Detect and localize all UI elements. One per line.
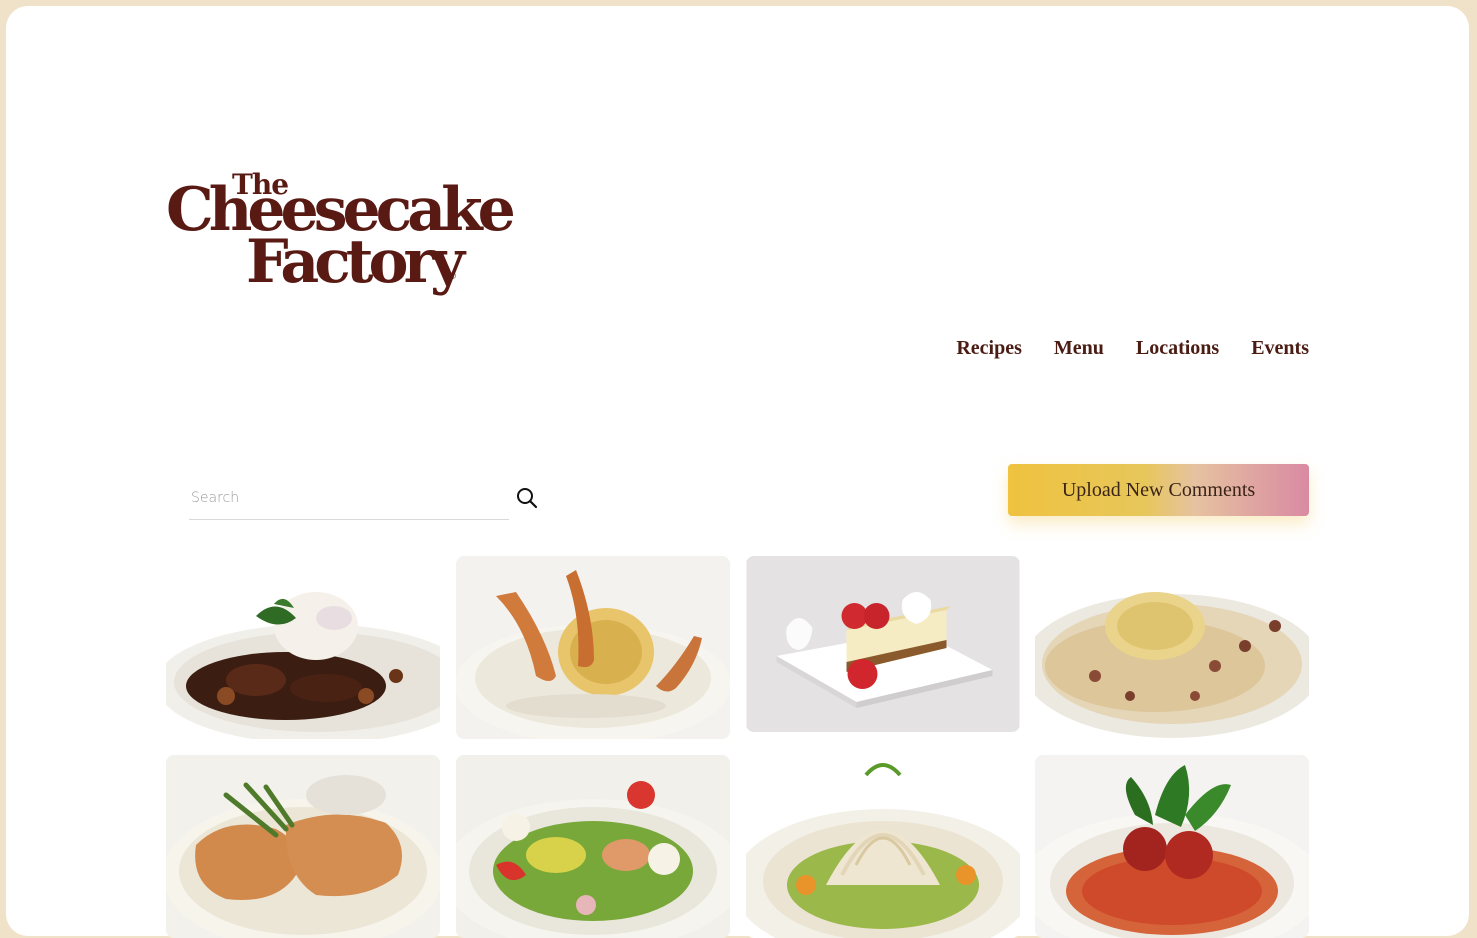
gallery-card-chicken-parmesan[interactable] — [166, 755, 440, 938]
dish-cheesecake-icon — [746, 556, 1020, 732]
gallery-card-cobb-salad[interactable] — [456, 755, 730, 938]
dish-cobb-salad-icon — [456, 755, 730, 938]
nav-item-events[interactable]: Events — [1251, 337, 1309, 360]
registered-mark: ® — [448, 272, 457, 282]
search-input[interactable] — [189, 476, 509, 520]
gallery-card-spaghetti-meatballs[interactable] — [1035, 755, 1309, 938]
nav-item-locations[interactable]: Locations — [1136, 337, 1219, 360]
dish-carbonara-icon — [1035, 556, 1309, 739]
main-nav: Recipes Menu Locations Events — [956, 337, 1309, 360]
gallery-card-cheesecake[interactable] — [746, 556, 1020, 732]
dish-shrimp-pasta-icon — [456, 556, 730, 739]
search-bar — [189, 476, 541, 522]
upload-new-comments-button[interactable]: Upload New Comments — [1008, 464, 1309, 516]
gallery-card-pasta-carbonara[interactable] — [1035, 556, 1309, 739]
nav-item-menu[interactable]: Menu — [1054, 337, 1104, 360]
gallery-card-shrimp-pasta[interactable] — [456, 556, 730, 739]
page-container: The Cheesecake Factory ® Recipes Menu Lo… — [6, 6, 1469, 938]
gallery-card-chinese-chicken-salad[interactable] — [746, 755, 1020, 938]
nav-item-recipes[interactable]: Recipes — [956, 337, 1022, 360]
dish-mushroom-steak-icon — [166, 556, 440, 739]
cheesecake-factory-logo[interactable]: The Cheesecake Factory ® — [166, 166, 516, 314]
logo-factory: Factory — [246, 227, 465, 297]
search-icon[interactable] — [515, 486, 539, 510]
logo-text-factory: Factory — [246, 232, 465, 292]
dish-spaghetti-meatballs-icon — [1035, 755, 1309, 938]
dish-chinese-chicken-salad-icon — [746, 755, 1020, 938]
gallery-card-mushroom-steak[interactable] — [166, 556, 440, 739]
dish-chicken-parmesan-icon — [166, 755, 440, 938]
